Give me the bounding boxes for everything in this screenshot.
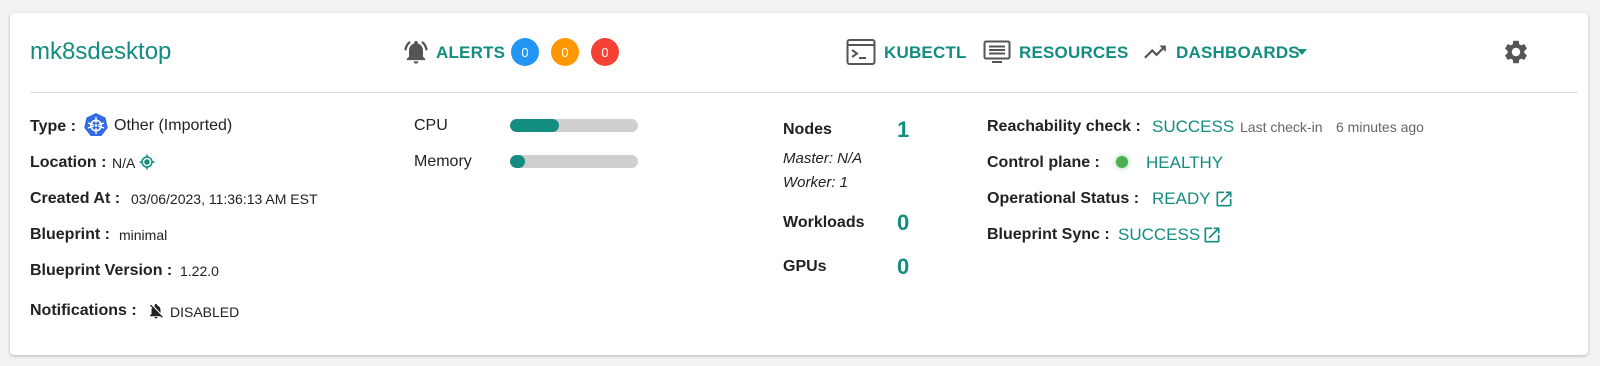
reachability-label: Reachability check : [987,118,1141,135]
alert-count-critical-badge[interactable]: 0 [591,38,619,66]
alert-count-warning-badge[interactable]: 0 [551,38,579,66]
operational-status-value: READY [1152,189,1211,208]
cluster-card: mk8sdesktop ALERTS 0 0 0 KUBECTL RESOURC… [10,13,1588,355]
reachability-status: SUCCESS [1152,117,1235,136]
chevron-down-icon[interactable] [1296,46,1308,58]
alert-count-info-badge[interactable]: 0 [511,38,539,66]
type-label: Type : [30,118,76,135]
blueprint-value[interactable]: minimal [119,227,167,243]
gpus-label: GPUs [783,258,827,275]
worker-count: Worker: 1 [783,174,849,191]
last-checkin-value: 6 minutes ago [1336,119,1424,135]
workloads-label: Workloads [783,214,865,231]
gpus-count[interactable]: 0 [897,254,909,280]
location-target-icon[interactable] [139,154,155,170]
blueprint-version-value: 1.22.0 [180,263,219,279]
location-value: N/A [112,155,136,171]
master-count: Master: N/A [783,150,863,167]
open-in-new-icon[interactable] [1202,225,1222,245]
blueprint-sync-status: SUCCESS [1118,225,1201,244]
cpu-usage-bar [510,119,638,132]
terminal-icon[interactable] [846,38,876,66]
cpu-usage-fill [510,119,559,132]
resources-link[interactable]: RESOURCES [1019,43,1129,63]
notifications-label: Notifications : [30,302,137,319]
gear-icon[interactable] [1502,38,1530,66]
workloads-count[interactable]: 0 [897,210,909,236]
memory-usage-bar [510,155,638,168]
control-plane-status: HEALTHY [1146,153,1224,172]
kubectl-link[interactable]: KUBECTL [884,43,967,63]
open-in-new-icon[interactable] [1214,189,1234,209]
blueprint-label: Blueprint : [30,226,110,243]
header-divider [30,92,1578,93]
location-label: Location : [30,154,107,171]
operational-status-label: Operational Status : [987,190,1140,207]
alerts-link[interactable]: ALERTS [436,43,505,63]
notifications-value: DISABLED [170,304,240,320]
trending-up-icon[interactable] [1142,42,1168,62]
memory-label: Memory [414,153,472,170]
cluster-name[interactable]: mk8sdesktop [30,38,171,66]
kubernetes-icon [83,112,109,138]
nodes-label: Nodes [783,121,832,138]
cpu-label: CPU [414,117,448,134]
control-plane-label: Control plane : [987,154,1100,171]
type-value: Other (Imported) [114,117,233,134]
notifications-off-icon [147,302,165,320]
blueprint-sync-label: Blueprint Sync : [987,226,1110,243]
resources-list-icon[interactable] [983,40,1011,64]
last-checkin-label: Last check-in [1240,119,1323,135]
blueprint-version-label: Blueprint Version : [30,262,173,279]
created-at-value: 03/06/2023, 11:36:13 AM EST [131,191,318,207]
control-plane-status-dot [1116,156,1128,168]
created-at-label: Created At : [30,190,121,207]
dashboards-link[interactable]: DASHBOARDS [1176,43,1300,63]
memory-usage-fill [510,155,526,168]
nodes-count[interactable]: 1 [897,117,909,143]
bell-icon[interactable] [402,38,430,66]
